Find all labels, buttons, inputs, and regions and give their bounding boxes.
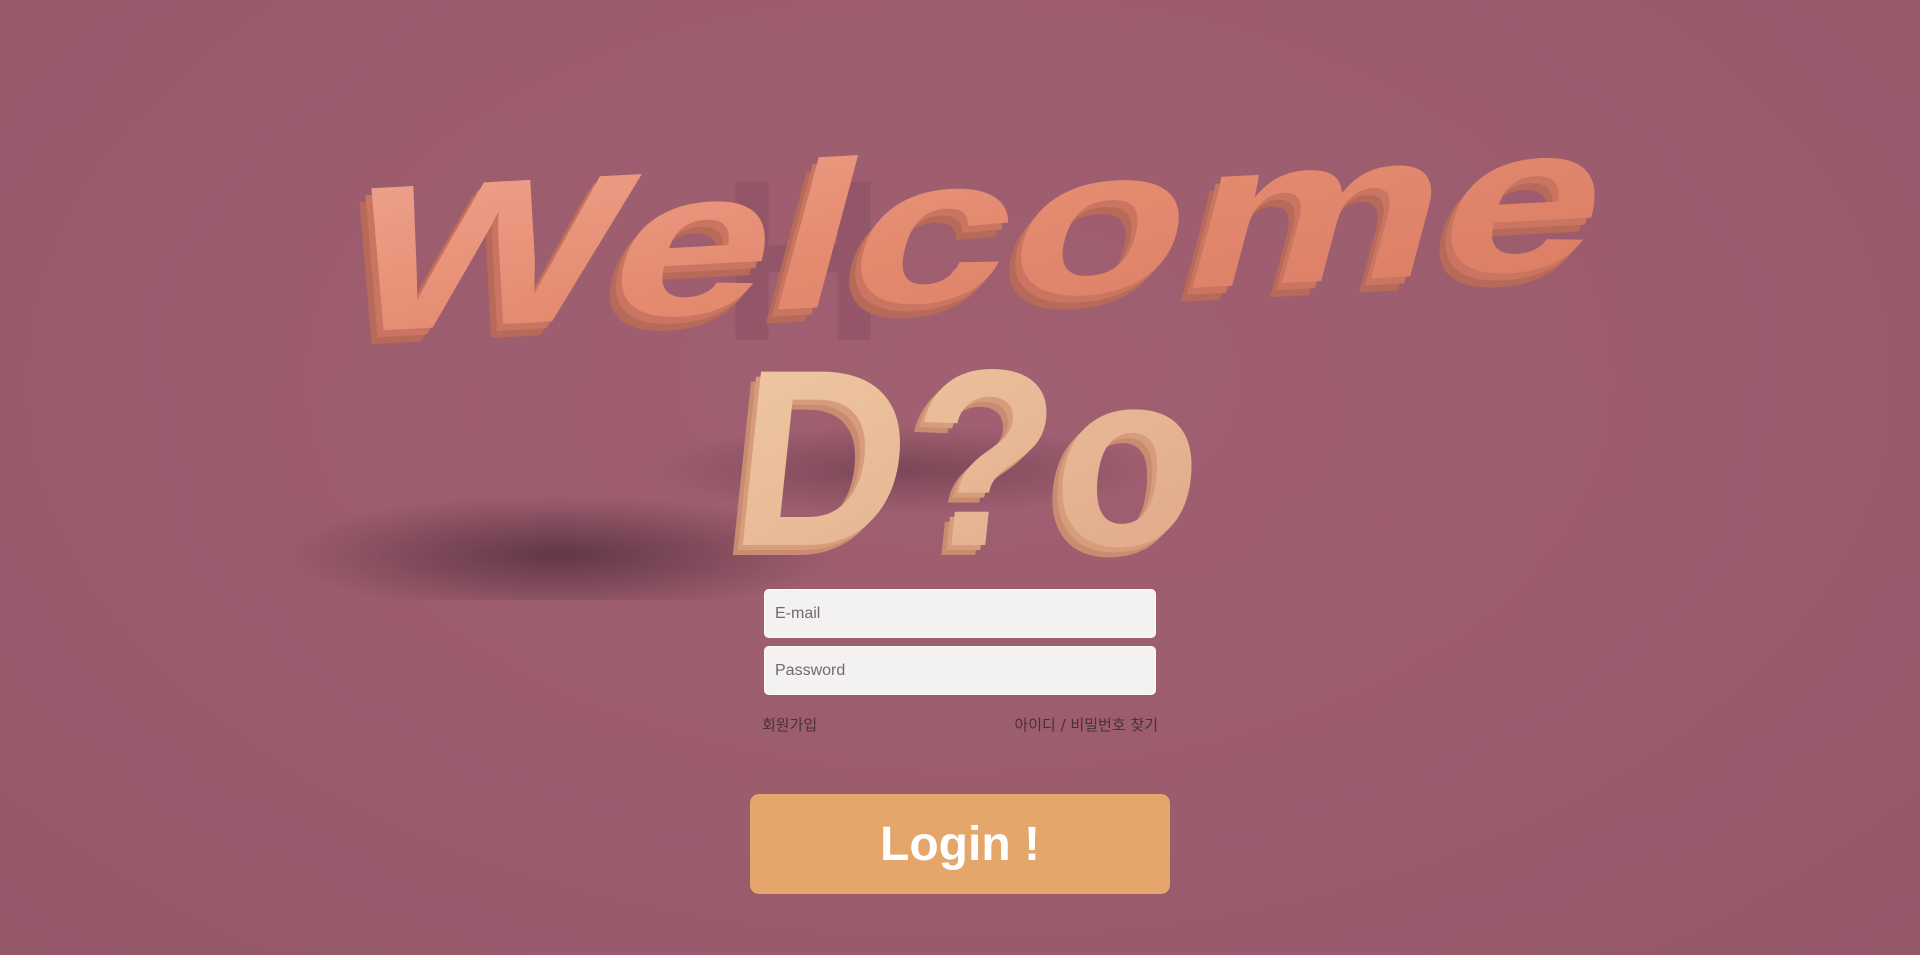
account-links: 회원가입 아이디 / 비밀번호 찾기: [762, 714, 1158, 736]
find-account-link[interactable]: 아이디 / 비밀번호 찾기: [1014, 714, 1158, 735]
login-form: [764, 589, 1156, 695]
welcome-3d-logo: H Welcome Welcome Welcome D?o D?o D?o: [0, 0, 1920, 600]
login-page: H Welcome Welcome Welcome D?o D?o D?o E-…: [0, 0, 1920, 955]
email-field[interactable]: [764, 589, 1156, 638]
password-field[interactable]: [764, 646, 1156, 695]
signup-link[interactable]: 회원가입: [762, 714, 817, 735]
do-word: D?o D?o D?o: [711, 318, 1217, 600]
login-button[interactable]: Login !: [750, 794, 1170, 894]
do-face: D?o: [721, 318, 1217, 599]
